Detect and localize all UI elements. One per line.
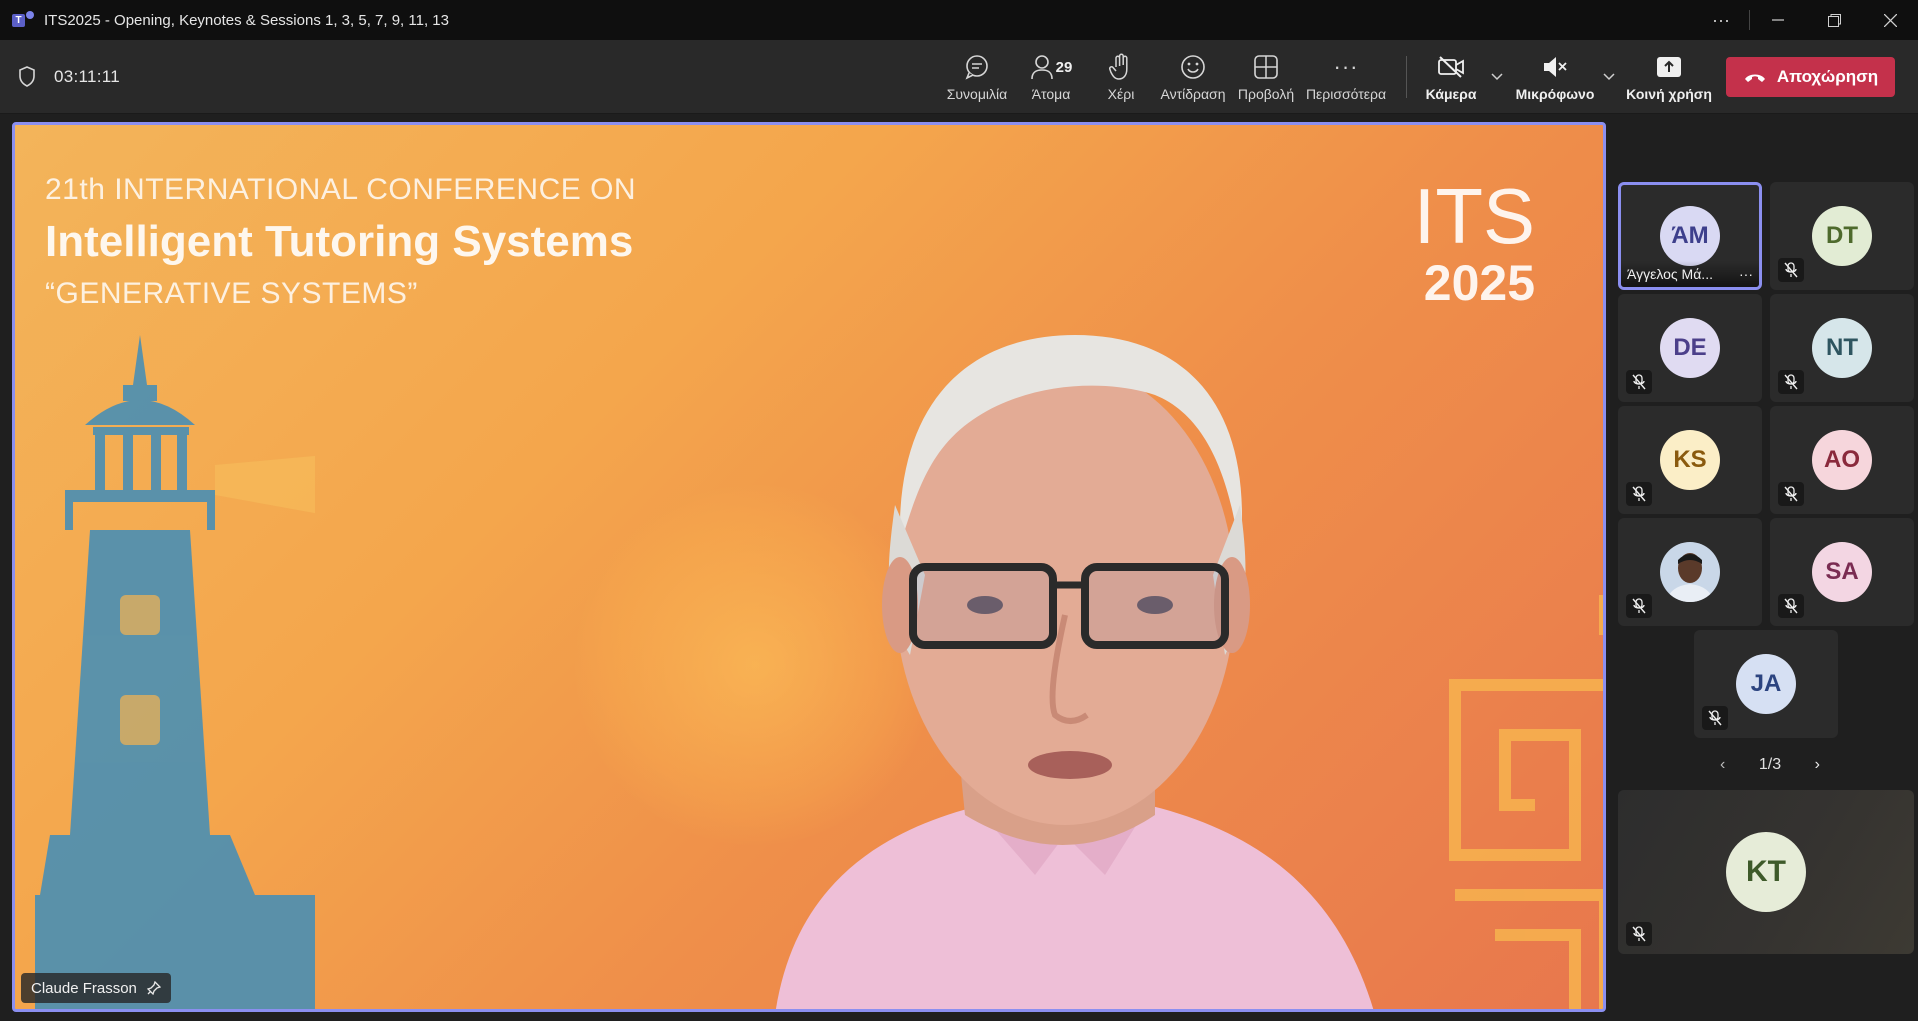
more-label: Περισσότερα	[1305, 86, 1387, 102]
participant-tile[interactable]	[1618, 518, 1762, 626]
previous-page-icon[interactable]: ‹	[1720, 756, 1725, 774]
mic-off-icon	[1702, 706, 1728, 730]
mic-off-icon	[1778, 482, 1804, 506]
maximize-icon[interactable]	[1806, 0, 1862, 40]
main-video-stage[interactable]: 21th INTERNATIONAL CONFERENCE ON Intelli…	[12, 122, 1606, 1012]
teams-icon: T	[12, 11, 34, 29]
participant-tile[interactable]: DE	[1618, 294, 1762, 402]
self-video-tile[interactable]: KT	[1618, 790, 1914, 954]
people-label: Άτομα	[1031, 86, 1071, 102]
camera-off-icon	[1437, 52, 1465, 82]
chat-icon	[964, 52, 990, 82]
smiley-icon	[1180, 52, 1206, 82]
slide-conference-theme: “GENERATIVE SYSTEMS”	[45, 277, 418, 310]
avatar: ΆΜ	[1660, 206, 1720, 266]
react-button[interactable]: Αντίδραση	[1154, 40, 1232, 114]
mic-off-icon	[1626, 922, 1652, 946]
camera-label: Κάμερα	[1425, 86, 1477, 102]
participant-tile[interactable]: JA	[1694, 630, 1838, 738]
mic-off-icon	[1626, 482, 1652, 506]
slide-conference-title: Intelligent Tutoring Systems	[45, 217, 634, 266]
its-logo-year: 2025	[1423, 255, 1535, 311]
participant-name: Άγγελος Μά...	[1627, 266, 1713, 282]
hang-up-icon	[1743, 71, 1767, 83]
participant-tile[interactable]: ΆΜ Άγγελος Μά... ···	[1618, 182, 1762, 290]
title-bar: T ITS2025 - Opening, Keynotes & Sessions…	[0, 0, 1918, 40]
share-screen-icon	[1656, 52, 1682, 82]
avatar: NT	[1812, 318, 1872, 378]
avatar: SA	[1812, 542, 1872, 602]
avatar	[1660, 542, 1720, 602]
speaker-video-feed	[776, 335, 1374, 1009]
view-button[interactable]: Προβολή	[1232, 40, 1300, 114]
next-page-icon[interactable]: ›	[1815, 756, 1820, 774]
tile-more-icon[interactable]: ···	[1739, 266, 1753, 282]
avatar: JA	[1736, 654, 1796, 714]
speaker-name: Claude Frasson	[31, 979, 137, 997]
react-label: Αντίδραση	[1160, 86, 1226, 102]
people-icon	[1030, 55, 1053, 80]
participant-tile[interactable]: NT	[1770, 294, 1914, 402]
avatar: DT	[1812, 206, 1872, 266]
minimize-icon[interactable]	[1750, 0, 1806, 40]
more-icon[interactable]: ···	[1693, 0, 1749, 40]
raise-hand-button[interactable]: Χέρι	[1088, 40, 1154, 114]
chat-label: Συνομιλία	[946, 86, 1008, 102]
grid-view-icon	[1254, 52, 1278, 82]
toolbar-divider	[1406, 56, 1407, 98]
microphone-options-chevron-icon[interactable]	[1602, 68, 1616, 86]
view-label: Προβολή	[1237, 86, 1295, 102]
page-indicator: 1/3	[1758, 756, 1782, 773]
more-button[interactable]: ··· Περισσότερα	[1300, 40, 1392, 114]
raise-hand-label: Χέρι	[1107, 86, 1135, 102]
meeting-toolbar: 03:11:11 Συνομιλία 29 Άτομα Χέρι Αντίδρα…	[0, 40, 1918, 114]
chat-button[interactable]: Συνομιλία	[940, 40, 1014, 114]
pin-icon[interactable]	[146, 981, 161, 995]
avatar: DE	[1660, 318, 1720, 378]
camera-button[interactable]: Κάμερα	[1416, 40, 1486, 114]
window-title: ITS2025 - Opening, Keynotes & Sessions 1…	[44, 11, 449, 29]
microphone-button[interactable]: Μικρόφωνο	[1512, 40, 1598, 114]
greek-key-pattern	[1449, 595, 1603, 1009]
participant-name-bar: Άγγελος Μά... ···	[1621, 261, 1759, 287]
camera-options-chevron-icon[interactable]	[1490, 68, 1504, 86]
meeting-timer: 03:11:11	[54, 66, 121, 86]
its-logo-text: ITS	[1413, 172, 1535, 260]
mic-off-icon	[1778, 258, 1804, 282]
slide-conference-line: 21th INTERNATIONAL CONFERENCE ON	[45, 173, 637, 206]
share-label: Κοινή χρήση	[1626, 86, 1712, 102]
hand-icon	[1109, 52, 1133, 82]
its-logo: ITS 2025	[1375, 177, 1535, 311]
lighthouse-illustration	[35, 335, 315, 1009]
shield-icon	[16, 65, 38, 89]
participant-tile[interactable]: KS	[1618, 406, 1762, 514]
participant-pager: ‹ 1/3 ›	[1720, 752, 1820, 778]
people-button[interactable]: 29 Άτομα	[1014, 40, 1088, 114]
leave-button[interactable]: Αποχώρηση	[1726, 57, 1895, 97]
leave-label: Αποχώρηση	[1776, 67, 1879, 86]
mic-off-icon	[1626, 594, 1652, 618]
mic-off-icon	[1778, 594, 1804, 618]
speaker-name-tag: Claude Frasson	[21, 973, 171, 1003]
avatar: AO	[1812, 430, 1872, 490]
microphone-label: Μικρόφωνο	[1515, 86, 1595, 102]
participant-tile[interactable]: AO	[1770, 406, 1914, 514]
mic-off-icon	[1626, 370, 1652, 394]
participant-tile[interactable]: DT	[1770, 182, 1914, 290]
share-button[interactable]: Κοινή χρήση	[1626, 40, 1712, 114]
avatar: KS	[1660, 430, 1720, 490]
people-count: 29	[1055, 58, 1073, 76]
mic-off-icon	[1541, 52, 1569, 82]
ellipsis-icon: ···	[1333, 54, 1359, 79]
participant-tile[interactable]: SA	[1770, 518, 1914, 626]
close-icon[interactable]	[1862, 0, 1918, 40]
avatar: KT	[1726, 832, 1806, 912]
mic-off-icon	[1778, 370, 1804, 394]
